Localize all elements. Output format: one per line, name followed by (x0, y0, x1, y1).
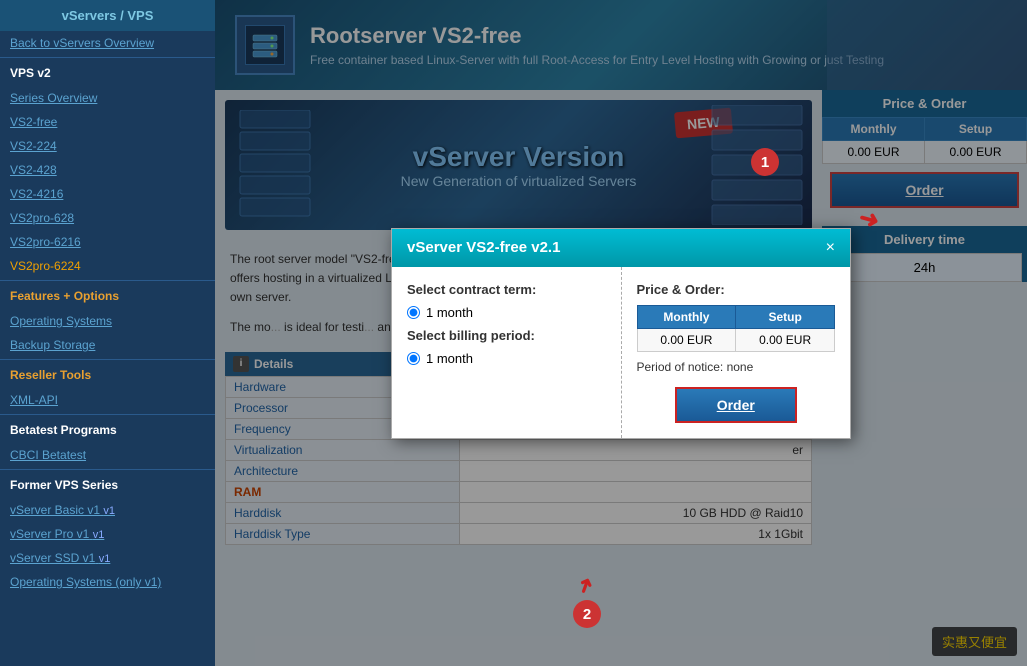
sidebar-item-vs2pro6216[interactable]: VS2pro-6216 (0, 230, 215, 254)
modal-title: vServer VS2-free v2.1 (407, 239, 560, 256)
contract-label: Select contract term: (407, 282, 606, 297)
modal-setup-header: Setup (736, 305, 835, 328)
modal-right-panel: Price & Order: Monthly Setup 0.00 EUR 0.… (622, 267, 851, 438)
modal-monthly-value: 0.00 EUR (637, 328, 736, 351)
sidebar-item-vserver-pro[interactable]: vServer Pro v1 v1 (0, 522, 215, 546)
contract-option-label: 1 month (426, 305, 473, 320)
annotation-badge-1: 1 (751, 148, 779, 176)
sidebar-item-vserver-ssd[interactable]: vServer SSD v1 v1 (0, 546, 215, 570)
contract-option[interactable]: 1 month (407, 305, 606, 320)
modal-header: vServer VS2-free v2.1 × (392, 229, 850, 267)
modal-notice: Period of notice: none (637, 360, 836, 374)
sidebar-item-back[interactable]: Back to vServers Overview (0, 31, 215, 55)
sidebar-section-reseller: Reseller Tools (0, 362, 215, 388)
sidebar-item-xmlapi[interactable]: XML-API (0, 388, 215, 412)
billing-radio[interactable] (407, 352, 420, 365)
sidebar-item-vs2free[interactable]: VS2-free (0, 110, 215, 134)
annotation-badge-2: 2 (573, 600, 601, 628)
modal-body: Select contract term: 1 month Select bil… (392, 267, 850, 438)
modal-price-table: Monthly Setup 0.00 EUR 0.00 EUR (637, 305, 836, 352)
modal-order-button[interactable]: Order (675, 387, 797, 423)
sidebar-title: vServers / VPS (0, 0, 215, 31)
contract-radio[interactable] (407, 306, 420, 319)
contract-radio-group: 1 month (407, 305, 606, 320)
billing-option-label: 1 month (426, 351, 473, 366)
sidebar-section-former: Former VPS Series (0, 472, 215, 498)
sidebar-item-cbci[interactable]: CBCI Betatest (0, 443, 215, 467)
sidebar-section-vps2: VPS v2 (0, 60, 215, 86)
sidebar-item-vs2224[interactable]: VS2-224 (0, 134, 215, 158)
modal-monthly-header: Monthly (637, 305, 736, 328)
modal-setup-value: 0.00 EUR (736, 328, 835, 351)
sidebar-item-vs2pro628[interactable]: VS2pro-628 (0, 206, 215, 230)
sidebar-item-vserver-basic[interactable]: vServer Basic v1 v1 (0, 498, 215, 522)
sidebar-item-vs24216[interactable]: VS2-4216 (0, 182, 215, 206)
sidebar-item-vs2428[interactable]: VS2-428 (0, 158, 215, 182)
modal-order-btn-wrap: Order (637, 382, 836, 423)
sidebar-item-os[interactable]: Operating Systems (0, 309, 215, 333)
sidebar: vServers / VPS Back to vServers Overview… (0, 0, 215, 666)
sidebar-item-series[interactable]: Series Overview (0, 86, 215, 110)
modal-overlay[interactable]: vServer VS2-free v2.1 × Select contract … (215, 0, 1027, 666)
modal-price-label: Price & Order: (637, 282, 836, 297)
billing-label: Select billing period: (407, 328, 606, 343)
modal-close-button[interactable]: × (826, 239, 835, 257)
modal-left-panel: Select contract term: 1 month Select bil… (392, 267, 622, 438)
billing-radio-group: 1 month (407, 351, 606, 366)
sidebar-item-os-v1[interactable]: Operating Systems (only v1) (0, 570, 215, 594)
sidebar-section-betatest: Betatest Programs (0, 417, 215, 443)
modal-dialog: vServer VS2-free v2.1 × Select contract … (391, 228, 851, 439)
content-area: Rootserver VS2-free Free container based… (215, 0, 1027, 666)
sidebar-item-backup[interactable]: Backup Storage (0, 333, 215, 357)
billing-option[interactable]: 1 month (407, 351, 606, 366)
sidebar-section-features: Features + Options (0, 283, 215, 309)
sidebar-item-vs2pro6224[interactable]: VS2pro-6224 (0, 254, 215, 278)
